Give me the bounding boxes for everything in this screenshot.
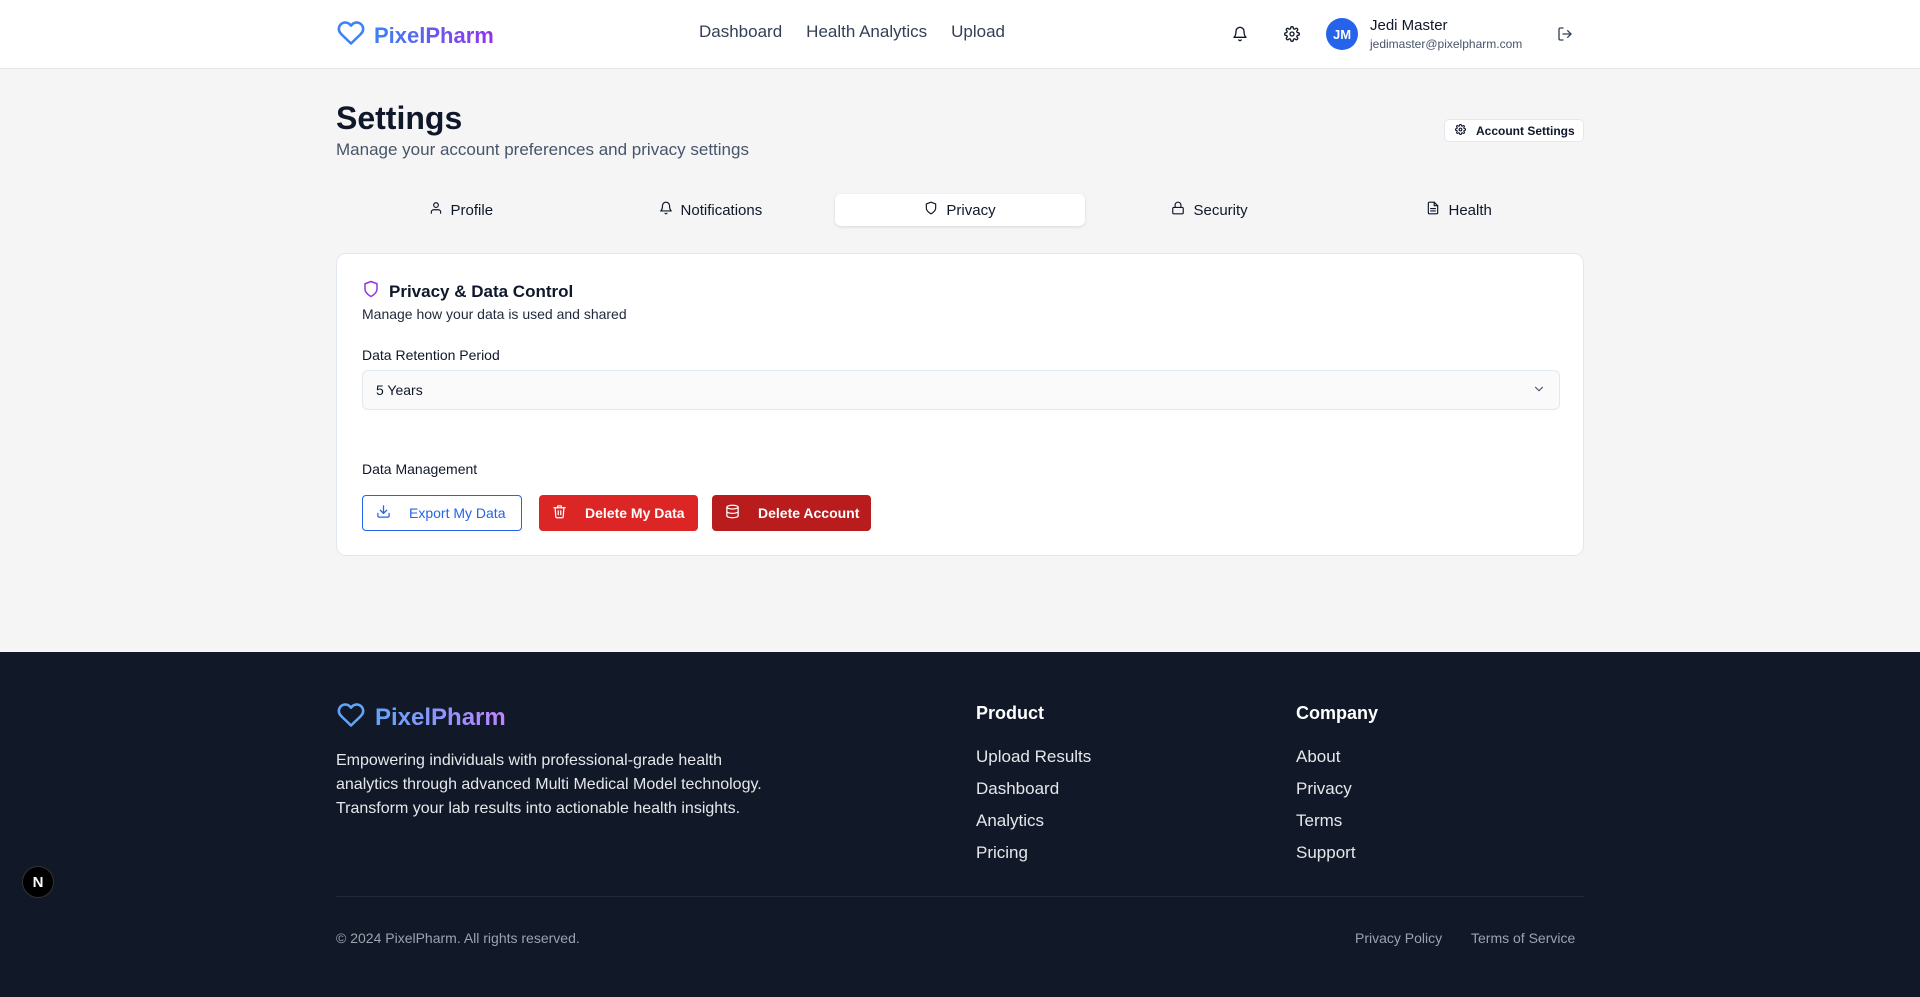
- document-icon: [1426, 201, 1440, 219]
- footer-link-dashboard[interactable]: Dashboard: [976, 779, 1091, 811]
- footer-brand-name: PixelPharm: [375, 703, 506, 731]
- footer-divider: [336, 896, 1584, 897]
- card-title-text: Privacy & Data Control: [389, 281, 574, 301]
- retention-label: Data Retention Period: [362, 347, 500, 363]
- user-icon: [429, 201, 443, 219]
- user-info: Jedi Master jedimaster@pixelpharm.com: [1370, 17, 1522, 51]
- tab-notifications[interactable]: Notifications: [586, 194, 836, 226]
- logout-icon[interactable]: [1553, 22, 1577, 46]
- tab-privacy[interactable]: Privacy: [835, 194, 1085, 226]
- footer-link-support[interactable]: Support: [1296, 843, 1378, 875]
- page-title: Settings: [336, 100, 463, 136]
- delete-account-button[interactable]: Delete Account: [712, 495, 871, 531]
- settings-tabs: Profile Notifications Privacy Security H…: [336, 194, 1584, 226]
- gear-icon[interactable]: [1280, 22, 1304, 46]
- delete-data-label: Delete My Data: [585, 505, 685, 521]
- user-email: jedimaster@pixelpharm.com: [1370, 37, 1523, 51]
- delete-data-button[interactable]: Delete My Data: [539, 495, 698, 531]
- avatar[interactable]: JM: [1326, 18, 1358, 50]
- account-settings-label: Account Settings: [1476, 123, 1575, 138]
- tab-label: Security: [1193, 201, 1248, 219]
- shield-icon: [362, 280, 380, 303]
- footer-link-privacy[interactable]: Privacy: [1296, 779, 1378, 811]
- dev-tools-badge[interactable]: N: [22, 866, 54, 898]
- footer-link-about[interactable]: About: [1296, 747, 1378, 779]
- shield-icon: [924, 201, 938, 219]
- brand-name: PixelPharm: [374, 22, 494, 48]
- retention-select[interactable]: 5 Years: [362, 370, 1560, 410]
- site-footer: PixelPharm Empowering individuals with p…: [0, 652, 1920, 997]
- card-title: Privacy & Data Control: [362, 280, 573, 303]
- tab-label: Notifications: [680, 201, 763, 219]
- tab-label: Privacy: [946, 201, 996, 219]
- footer-product-heading: Product: [976, 703, 1045, 723]
- export-data-button[interactable]: Export My Data: [362, 495, 522, 531]
- export-label: Export My Data: [409, 505, 506, 521]
- footer-link-pricing[interactable]: Pricing: [976, 843, 1091, 875]
- heart-icon: [336, 701, 366, 734]
- heart-icon: [336, 19, 366, 52]
- footer-description: Empowering individuals with professional…: [336, 752, 762, 817]
- footer-link-terms[interactable]: Terms: [1296, 811, 1378, 843]
- footer-company-column: Company About Privacy Terms Support: [1296, 703, 1378, 875]
- delete-account-label: Delete Account: [758, 505, 860, 521]
- tab-profile[interactable]: Profile: [336, 194, 586, 226]
- footer-company-heading: Company: [1296, 703, 1379, 723]
- footer-link-analytics[interactable]: Analytics: [976, 811, 1091, 843]
- account-settings-button[interactable]: Account Settings: [1444, 119, 1584, 142]
- card-description: Manage how your data is used and shared: [362, 306, 627, 322]
- footer-link-upload-results[interactable]: Upload Results: [976, 747, 1091, 779]
- lock-icon: [1171, 201, 1185, 219]
- retention-value: 5 Years: [376, 382, 423, 398]
- management-label: Data Management: [362, 461, 478, 477]
- top-header: PixelPharm Dashboard Health Analytics Up…: [0, 0, 1920, 69]
- trash-icon: [552, 504, 567, 522]
- gear-icon: [1454, 123, 1467, 138]
- privacy-card: Privacy & Data Control Manage how your d…: [336, 253, 1584, 556]
- chevron-down-icon: [1532, 382, 1546, 399]
- bell-icon: [659, 201, 673, 219]
- footer-terms-link[interactable]: Terms of Service: [1471, 930, 1575, 946]
- brand-logo[interactable]: PixelPharm: [336, 19, 494, 52]
- tab-security[interactable]: Security: [1085, 194, 1335, 226]
- tab-health[interactable]: Health: [1334, 194, 1584, 226]
- footer-brand[interactable]: PixelPharm: [336, 701, 506, 734]
- bell-icon[interactable]: [1228, 22, 1252, 46]
- nav-dashboard[interactable]: Dashboard: [699, 22, 782, 42]
- footer-privacy-policy-link[interactable]: Privacy Policy: [1355, 930, 1442, 946]
- main-nav: Dashboard Health Analytics Upload: [699, 22, 1005, 42]
- footer-product-column: Product Upload Results Dashboard Analyti…: [976, 703, 1091, 875]
- nav-upload[interactable]: Upload: [951, 22, 1005, 42]
- nav-health-analytics[interactable]: Health Analytics: [806, 22, 927, 42]
- page-subtitle: Manage your account preferences and priv…: [336, 140, 749, 159]
- database-icon: [725, 504, 740, 522]
- tab-label: Health: [1448, 201, 1492, 219]
- footer-copyright: © 2024 PixelPharm. All rights reserved.: [336, 930, 580, 946]
- download-icon: [376, 504, 391, 522]
- user-name: Jedi Master: [1370, 17, 1448, 34]
- tab-label: Profile: [450, 201, 494, 219]
